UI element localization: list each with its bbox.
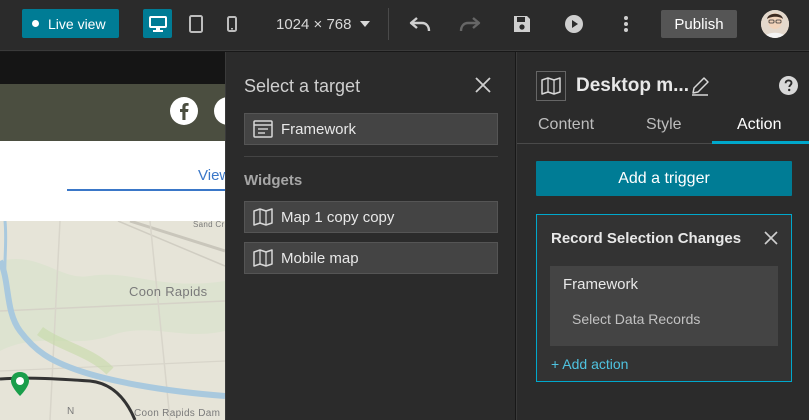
active-tab-indicator: [712, 141, 809, 144]
pencil-icon[interactable]: [690, 76, 710, 96]
design-canvas[interactable]: View Coon Rapids Sand Cr Coon Rapids Dam…: [0, 52, 225, 420]
tab-action[interactable]: Action: [737, 116, 781, 134]
target-item-label: Mobile map: [281, 249, 359, 267]
settings-tabs: Content Style Action: [517, 110, 809, 144]
map-label-coon-rapids: Coon Rapids: [129, 284, 208, 299]
tablet-icon: [188, 14, 203, 33]
mobile-icon: [226, 15, 237, 32]
framework-icon: [253, 120, 273, 138]
settings-panel: Desktop m... Content Style Action Add a …: [516, 52, 809, 420]
close-icon[interactable]: [474, 76, 492, 94]
widgets-heading: Widgets: [244, 172, 303, 189]
action-target: Framework: [563, 276, 639, 293]
desktop-device-button[interactable]: [143, 9, 172, 38]
save-icon: [514, 16, 530, 32]
trigger-action-box[interactable]: Framework Select Data Records: [550, 266, 778, 346]
trigger-card: Record Selection Changes Framework Selec…: [536, 214, 792, 382]
publish-button[interactable]: Publish: [661, 10, 737, 38]
desktop-icon: [148, 15, 167, 32]
preview-button[interactable]: [561, 11, 587, 37]
screen-size-select[interactable]: 1024 × 768: [276, 13, 370, 35]
add-trigger-button[interactable]: Add a trigger: [536, 161, 792, 196]
map-pin-icon[interactable]: [10, 371, 30, 397]
nav-active-underline: [67, 189, 225, 191]
target-item-label: Framework: [281, 120, 357, 138]
close-icon[interactable]: [763, 230, 779, 246]
live-view-button[interactable]: Live view: [22, 9, 119, 38]
more-vertical-icon: [624, 16, 628, 32]
map-icon: [541, 77, 561, 95]
action-name[interactable]: Select Data Records: [572, 311, 700, 327]
screen-size-value: 1024 × 768: [276, 15, 352, 33]
twitter-icon[interactable]: [214, 97, 225, 125]
target-divider: [244, 156, 498, 157]
tab-style[interactable]: Style: [646, 116, 682, 134]
top-toolbar: Live view 1024 × 768 Publish: [0, 0, 809, 51]
user-avatar[interactable]: [761, 10, 789, 38]
help-icon[interactable]: [779, 76, 798, 95]
target-item-label: Map 1 copy copy: [281, 208, 395, 226]
play-circle-icon: [565, 15, 583, 33]
target-item-framework[interactable]: Framework: [244, 113, 498, 145]
map-label-coon-rapids-dam: Coon Rapids Dam: [134, 408, 221, 419]
save-button[interactable]: [509, 11, 535, 37]
target-item-mobile-map[interactable]: Mobile map: [244, 242, 498, 274]
undo-icon: [409, 17, 431, 32]
trigger-title: Record Selection Changes: [551, 230, 742, 247]
more-options-button[interactable]: [613, 11, 639, 37]
target-item-map-1-copy-copy[interactable]: Map 1 copy copy: [244, 201, 498, 233]
add-action-link[interactable]: + Add action: [551, 356, 628, 372]
map-basemap: [0, 221, 225, 420]
select-target-panel: Select a target Framework Widgets Map 1 …: [225, 52, 515, 420]
site-nav: View: [0, 141, 225, 221]
tab-content[interactable]: Content: [538, 116, 594, 134]
map-icon: [253, 208, 273, 226]
map-widget[interactable]: Coon Rapids Sand Cr Coon Rapids Dam N: [0, 221, 225, 420]
map-icon: [253, 249, 273, 267]
redo-button[interactable]: [457, 11, 483, 37]
select-target-title: Select a target: [244, 76, 361, 96]
avatar-icon: [761, 10, 789, 38]
map-label-n-marker: N: [67, 406, 75, 417]
redo-icon: [459, 17, 481, 32]
caret-down-icon: [359, 21, 370, 27]
site-header: [0, 84, 225, 141]
live-view-label: Live view: [48, 15, 106, 32]
nav-link-view[interactable]: View: [198, 167, 225, 184]
tablet-device-button[interactable]: [181, 9, 210, 38]
widget-type-badge: [536, 71, 566, 101]
live-dot-icon: [32, 20, 39, 27]
mobile-device-button[interactable]: [217, 9, 246, 38]
widget-title: Desktop m...: [576, 75, 689, 96]
undo-button[interactable]: [407, 11, 433, 37]
toolbar-divider: [388, 8, 389, 40]
map-label-sand-creek: Sand Cr: [193, 221, 225, 229]
facebook-icon[interactable]: [170, 97, 198, 125]
